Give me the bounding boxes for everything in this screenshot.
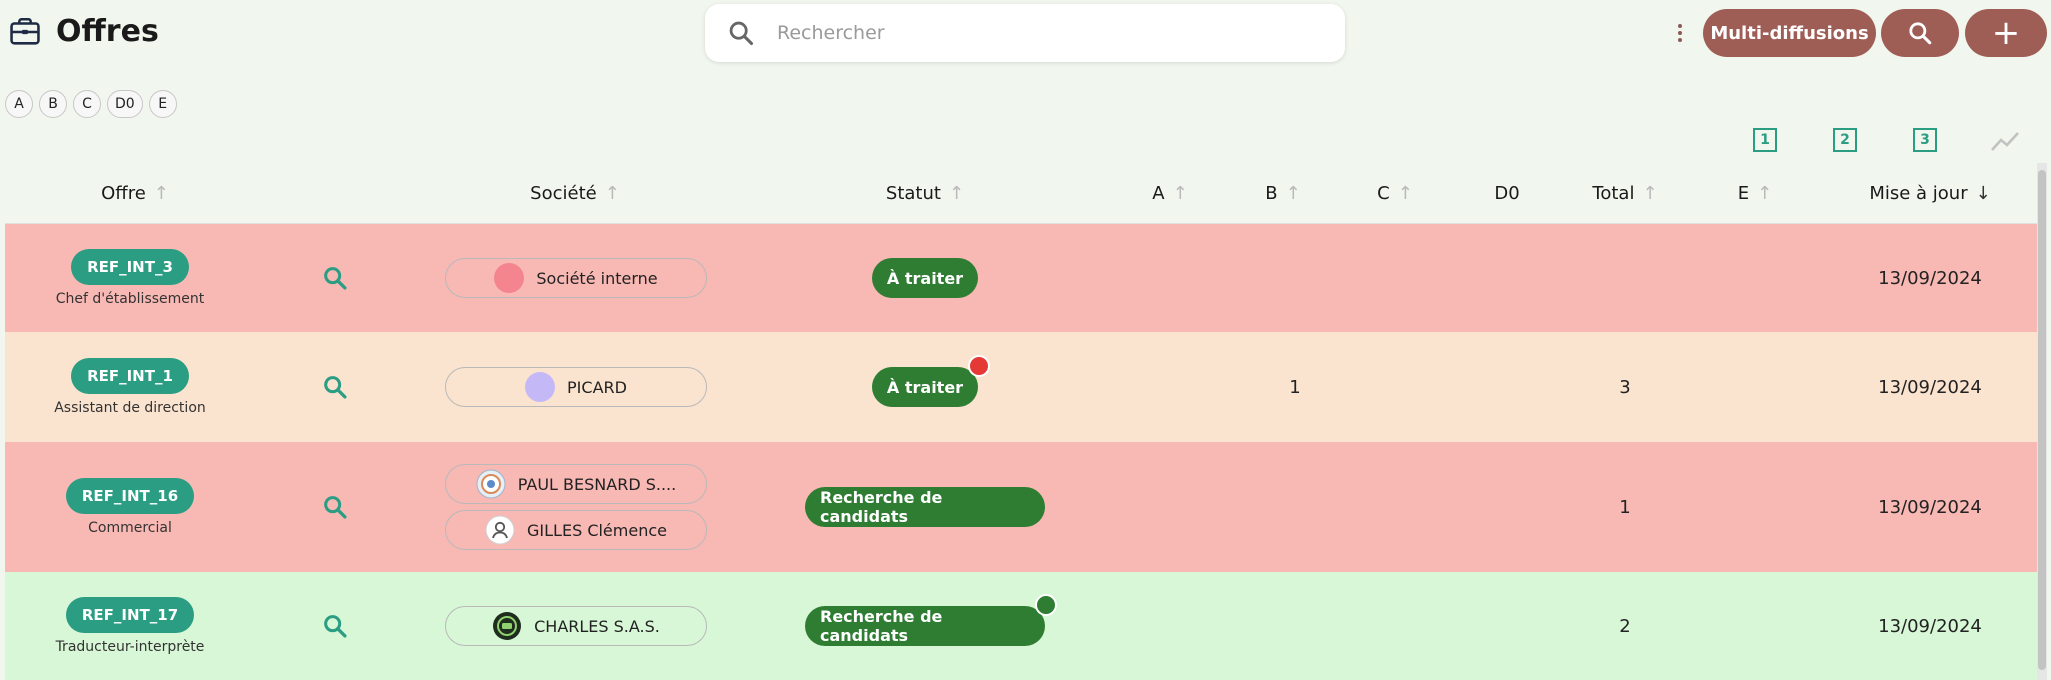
filter-chip-c[interactable]: C <box>73 90 101 118</box>
scrollbar-thumb[interactable] <box>2038 170 2046 670</box>
search-icon <box>1909 22 1932 45</box>
table-header: Offre ↑ Société ↑ Statut ↑ A ↑ B ↑ C ↑ D0 Tota… <box>5 163 2041 224</box>
offer-ref-badge[interactable]: REF_INT_1 <box>71 358 189 394</box>
search-icon[interactable] <box>321 612 349 640</box>
offer-title: Chef d'établissement <box>55 291 205 307</box>
more-options-icon[interactable] <box>1670 18 1690 48</box>
filter-chip-b[interactable]: B <box>39 90 67 118</box>
table-row[interactable]: REF_INT_16 Commercial PAUL BESNARD S.... <box>5 442 2041 572</box>
sort-asc-icon: ↑ <box>1172 182 1188 204</box>
company-chip[interactable]: PAUL BESNARD S.... <box>445 464 707 504</box>
view-3-icon[interactable]: 3 <box>1913 128 1937 152</box>
search-icon <box>729 21 754 46</box>
offer-title: Traducteur-interprète <box>55 639 205 655</box>
company-chip[interactable]: CHARLES S.A.S. <box>445 606 707 646</box>
search-input[interactable] <box>775 21 1299 45</box>
status-badge[interactable]: Recherche de candidats <box>805 594 1057 646</box>
column-header-mise-a-jour[interactable]: Mise à jour ↓ <box>1845 163 2015 223</box>
updated-date: 13/09/2024 <box>1878 496 1982 518</box>
updated-date: 13/09/2024 <box>1878 615 1982 637</box>
briefcase-icon <box>10 17 40 45</box>
status-badge[interactable]: Recherche de candidats <box>805 487 1045 527</box>
company-logo-icon <box>493 612 522 640</box>
table-row[interactable]: REF_INT_3 Chef d'établissement Société i… <box>5 224 2041 332</box>
company-logo-icon <box>476 469 506 499</box>
advanced-search-button[interactable] <box>1881 9 1959 57</box>
search-icon[interactable] <box>321 493 349 521</box>
offers-table: Offre ↑ Société ↑ Statut ↑ A ↑ B ↑ C ↑ D0 Tota… <box>5 163 2041 680</box>
top-bar: Offres Multi-diffusions + <box>0 0 2051 70</box>
sort-asc-icon: ↑ <box>1757 182 1773 204</box>
person-icon <box>485 515 515 545</box>
view-2-icon[interactable]: 2 <box>1833 128 1857 152</box>
column-header-statut[interactable]: Statut ↑ <box>825 163 1025 223</box>
status-badge[interactable]: À traiter <box>871 258 979 298</box>
sort-asc-icon: ↑ <box>1285 182 1301 204</box>
offer-ref-badge[interactable]: REF_INT_3 <box>71 249 189 285</box>
search-icon[interactable] <box>321 264 349 292</box>
company-chip[interactable]: Société interne <box>445 258 707 298</box>
column-header-societe[interactable]: Société ↑ <box>445 163 705 223</box>
updated-date: 13/09/2024 <box>1878 376 1982 398</box>
count-total: 1 <box>1619 496 1631 518</box>
sort-asc-icon: ↑ <box>948 182 965 204</box>
search-icon[interactable] <box>321 373 349 401</box>
count-total: 2 <box>1619 615 1631 637</box>
sort-asc-icon: ↑ <box>1642 182 1658 204</box>
notification-dot <box>968 355 991 377</box>
view-toggles: 1 2 3 <box>0 128 2051 160</box>
column-header-a[interactable]: A ↑ <box>1130 163 1210 223</box>
title-area: Offres <box>8 14 159 49</box>
sort-asc-icon: ↑ <box>1397 182 1413 204</box>
filter-chips: A B C D0 E <box>5 90 177 118</box>
view-1-icon[interactable]: 1 <box>1753 128 1777 152</box>
search-bar[interactable] <box>705 4 1345 62</box>
page-title: Offres <box>56 14 159 49</box>
offer-title: Commercial <box>88 520 172 536</box>
offer-ref-badge[interactable]: REF_INT_17 <box>65 597 195 633</box>
company-avatar <box>494 263 525 293</box>
sort-desc-icon: ↓ <box>1975 182 1991 204</box>
count-total: 3 <box>1619 376 1631 398</box>
sort-asc-icon: ↑ <box>604 182 620 204</box>
multi-diffusions-button[interactable]: Multi-diffusions <box>1703 9 1876 57</box>
status-badge[interactable]: À traiter <box>871 355 991 407</box>
filter-chip-e[interactable]: E <box>148 90 177 118</box>
column-header-e[interactable]: E ↑ <box>1715 163 1795 223</box>
table-row[interactable]: REF_INT_1 Assistant de direction PICARD … <box>5 332 2041 442</box>
company-chip[interactable]: GILLES Clémence <box>445 510 707 550</box>
column-header-offre[interactable]: Offre ↑ <box>45 163 225 223</box>
add-offer-button[interactable]: + <box>1965 9 2047 57</box>
filter-chip-a[interactable]: A <box>5 90 33 118</box>
column-header-d0[interactable]: D0 <box>1467 163 1547 223</box>
filter-chip-d0[interactable]: D0 <box>107 90 143 118</box>
column-header-c[interactable]: C ↑ <box>1355 163 1435 223</box>
table-row[interactable]: REF_INT_17 Traducteur-interprète CHARLES… <box>5 572 2041 680</box>
company-avatar <box>525 372 556 402</box>
column-header-total[interactable]: Total ↑ <box>1570 163 1680 223</box>
notification-dot <box>1035 594 1057 616</box>
trend-icon[interactable] <box>1990 128 2020 154</box>
offer-title: Assistant de direction <box>54 400 206 416</box>
company-chip[interactable]: PICARD <box>445 367 707 407</box>
plus-icon: + <box>1991 13 2021 53</box>
updated-date: 13/09/2024 <box>1878 267 1982 289</box>
count-b: 1 <box>1289 376 1301 398</box>
column-header-b[interactable]: B ↑ <box>1243 163 1323 223</box>
offer-ref-badge[interactable]: REF_INT_16 <box>65 478 195 514</box>
sort-asc-icon: ↑ <box>153 182 169 204</box>
